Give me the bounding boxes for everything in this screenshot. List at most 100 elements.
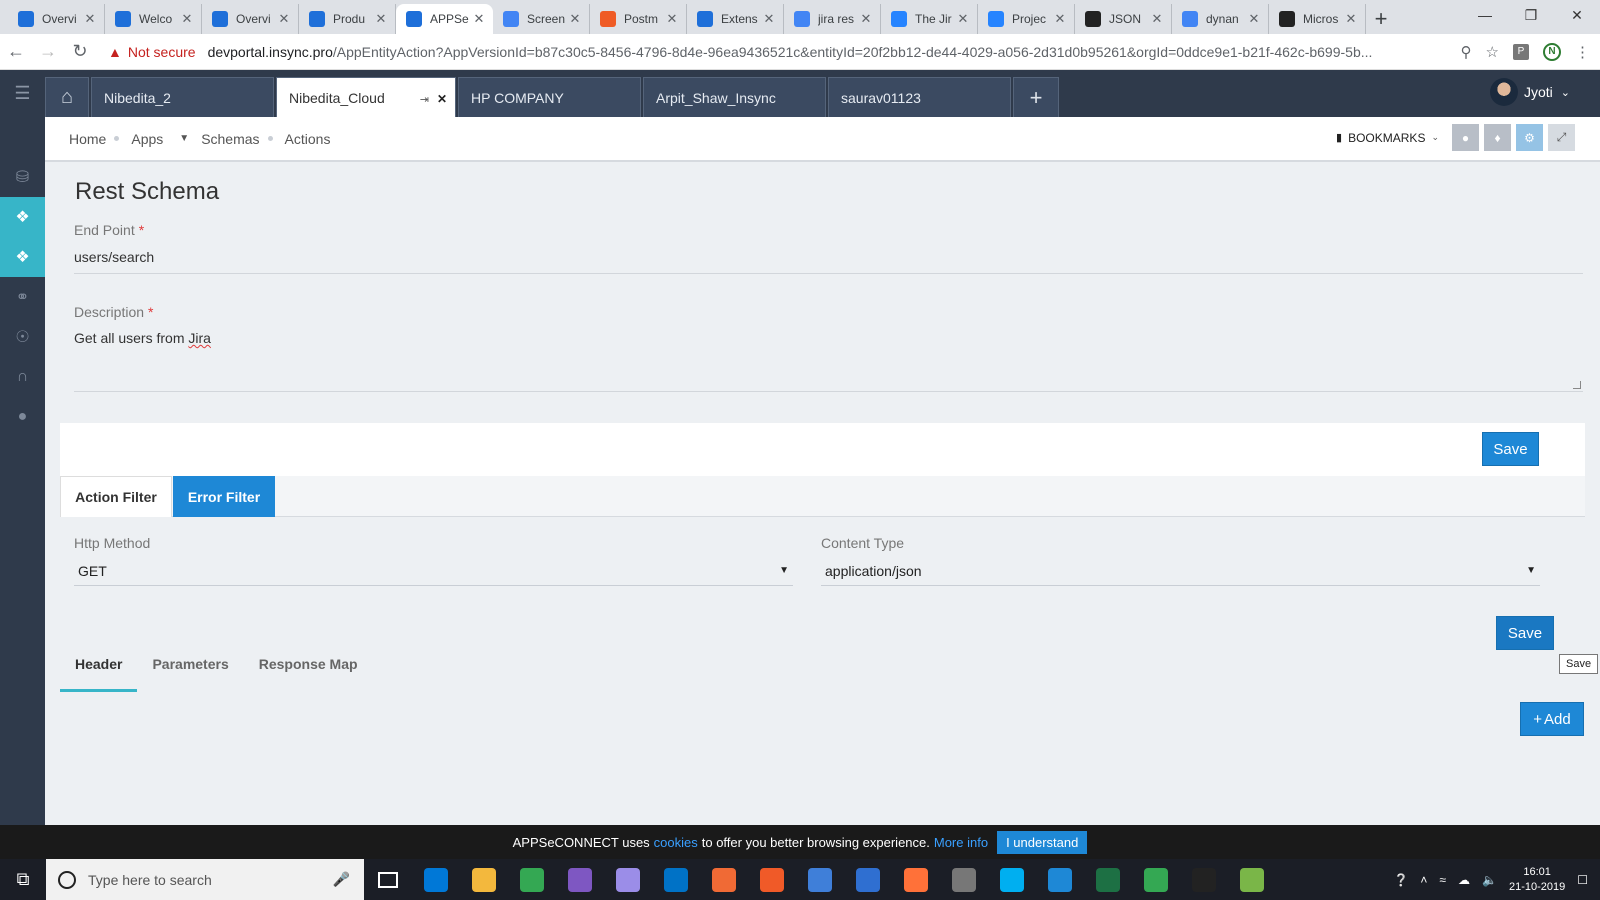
home-tab-icon[interactable]: ⌂ bbox=[45, 77, 89, 117]
browser-tab[interactable]: JSON ✕ bbox=[1075, 4, 1172, 34]
endpoint-field[interactable]: users/search bbox=[74, 249, 1583, 274]
bookmarks-dropdown[interactable]: ▮ BOOKMARKS ⌄ bbox=[1336, 131, 1439, 145]
star-icon[interactable]: ☆ bbox=[1486, 43, 1499, 61]
taskbar-app-icon[interactable] bbox=[752, 859, 792, 900]
close-tab-icon[interactable]: ✕ bbox=[82, 11, 98, 27]
browser-tab[interactable]: Micros ✕ bbox=[1269, 4, 1366, 34]
expand-icon[interactable]: ⤢ bbox=[1548, 124, 1575, 151]
help-icon[interactable]: ❔ bbox=[1393, 873, 1408, 887]
browser-tab[interactable]: Overvi ✕ bbox=[8, 4, 105, 34]
browser-tab[interactable]: APPSe ✕ bbox=[396, 4, 493, 34]
pin-icon[interactable]: ⇥ bbox=[420, 94, 429, 106]
close-icon[interactable]: ✕ bbox=[437, 92, 447, 106]
browser-tab[interactable]: Extens ✕ bbox=[687, 4, 784, 34]
windows-start-icon[interactable]: ⧉ bbox=[0, 859, 46, 900]
notifications-icon[interactable]: ☐ bbox=[1577, 873, 1588, 887]
tab-error-filter[interactable]: Error Filter bbox=[173, 476, 275, 517]
close-tab-icon[interactable]: ✕ bbox=[1149, 11, 1165, 27]
close-tab-icon[interactable]: ✕ bbox=[1343, 11, 1359, 27]
breadcrumb-home[interactable]: Home bbox=[69, 131, 106, 147]
minimize-icon[interactable]: — bbox=[1462, 0, 1508, 30]
sidebar-item-plugin-2[interactable]: ❖ bbox=[0, 237, 45, 277]
close-tab-icon[interactable]: ✕ bbox=[1052, 11, 1068, 27]
browser-tab[interactable]: Postm ✕ bbox=[590, 4, 687, 34]
close-tab-icon[interactable]: ✕ bbox=[955, 11, 971, 27]
close-tab-icon[interactable]: ✕ bbox=[858, 11, 874, 27]
tab-action-filter[interactable]: Action Filter bbox=[60, 476, 172, 517]
profile-avatar[interactable]: N bbox=[1543, 42, 1561, 61]
taskbar-app-icon[interactable] bbox=[464, 859, 504, 900]
resize-handle-icon[interactable] bbox=[1573, 381, 1581, 389]
task-view-icon[interactable] bbox=[368, 859, 408, 900]
database-icon[interactable]: ⛁ bbox=[0, 157, 45, 197]
close-tab-icon[interactable]: ✕ bbox=[179, 11, 195, 27]
taskbar-search-input[interactable]: Type here to search 🎤 bbox=[46, 859, 364, 900]
browser-tab[interactable]: jira res ✕ bbox=[784, 4, 881, 34]
new-tab-button[interactable]: + bbox=[1366, 4, 1396, 34]
more-info-link[interactable]: More info bbox=[934, 835, 988, 850]
volume-icon[interactable]: 🔈 bbox=[1482, 873, 1497, 887]
menu-icon[interactable]: ⋮ bbox=[1575, 43, 1590, 61]
settings-icon[interactable]: ⚙ bbox=[1516, 124, 1543, 151]
cookies-link[interactable]: cookies bbox=[654, 835, 698, 850]
accept-cookies-button[interactable]: I understand bbox=[997, 830, 1088, 854]
taskbar-app-icon[interactable] bbox=[512, 859, 552, 900]
description-field[interactable]: Get all users from Jira bbox=[74, 330, 1583, 392]
close-window-icon[interactable]: ✕ bbox=[1554, 0, 1600, 30]
taskbar-app-icon[interactable] bbox=[1136, 859, 1176, 900]
close-tab-icon[interactable]: ✕ bbox=[761, 11, 777, 27]
close-tab-icon[interactable]: ✕ bbox=[373, 11, 389, 27]
omnibox[interactable]: ▲ Not secure devportal.insync.pro/AppEnt… bbox=[108, 38, 1453, 66]
taskbar-app-icon[interactable] bbox=[704, 859, 744, 900]
save-action-button[interactable]: Save bbox=[1496, 616, 1554, 650]
taskbar-app-icon[interactable] bbox=[1040, 859, 1080, 900]
chat-icon[interactable]: ● bbox=[0, 397, 45, 437]
link-icon[interactable]: ⚭ bbox=[0, 277, 45, 317]
user-menu[interactable]: Jyoti ⌄ bbox=[1489, 78, 1570, 106]
forward-icon[interactable]: → bbox=[32, 41, 64, 62]
taskbar-app-icon[interactable] bbox=[608, 859, 648, 900]
browser-tab[interactable]: Produ ✕ bbox=[299, 4, 396, 34]
org-tab[interactable]: HP COMPANY bbox=[458, 77, 641, 117]
taskbar-app-icon[interactable] bbox=[1232, 859, 1272, 900]
url-text[interactable]: devportal.insync.pro/AppEntityAction?App… bbox=[208, 44, 1453, 60]
close-tab-icon[interactable]: ✕ bbox=[1246, 11, 1262, 27]
tab-response-map[interactable]: Response Map bbox=[244, 648, 373, 692]
taskbar-app-icon[interactable] bbox=[656, 859, 696, 900]
sidebar-item-plugin[interactable]: ❖ bbox=[0, 197, 45, 237]
browser-tab[interactable]: Projec ✕ bbox=[978, 4, 1075, 34]
browser-tab[interactable]: Welco ✕ bbox=[105, 4, 202, 34]
workflow-icon[interactable]: ∩ bbox=[0, 357, 45, 397]
tab-parameters[interactable]: Parameters bbox=[137, 648, 243, 692]
taskbar-app-icon[interactable] bbox=[416, 859, 456, 900]
tab-header[interactable]: Header bbox=[60, 648, 138, 692]
hamburger-icon[interactable]: ☰ bbox=[0, 70, 45, 117]
key-icon[interactable]: ⚲ bbox=[1461, 43, 1472, 61]
taskbar-app-icon[interactable] bbox=[560, 859, 600, 900]
org-tab[interactable]: Nibedita_2 bbox=[91, 77, 274, 117]
browser-tab[interactable]: dynan ✕ bbox=[1172, 4, 1269, 34]
close-tab-icon[interactable]: ✕ bbox=[276, 11, 292, 27]
wifi-icon[interactable]: ≈ bbox=[1439, 873, 1446, 887]
breadcrumb-apps[interactable]: Apps bbox=[131, 131, 163, 147]
add-org-tab-button[interactable]: + bbox=[1013, 77, 1059, 117]
microphone-icon[interactable]: 🎤 bbox=[333, 871, 350, 888]
chevron-down-icon[interactable]: ▼ bbox=[179, 133, 189, 144]
extension-icon[interactable]: P bbox=[1513, 43, 1529, 60]
save-button[interactable]: Save bbox=[1482, 432, 1539, 466]
browser-tab[interactable]: Overvi ✕ bbox=[202, 4, 299, 34]
cloud-icon[interactable]: ☁ bbox=[1458, 873, 1470, 887]
close-tab-icon[interactable]: ✕ bbox=[664, 11, 680, 27]
org-tab[interactable]: saurav01123 bbox=[828, 77, 1011, 117]
taskbar-app-icon[interactable] bbox=[1088, 859, 1128, 900]
taskbar-app-icon[interactable] bbox=[992, 859, 1032, 900]
taskbar-app-icon[interactable] bbox=[896, 859, 936, 900]
browser-tab[interactable]: Screen ✕ bbox=[493, 4, 590, 34]
org-tab[interactable]: Nibedita_Cloud ⇥ ✕ bbox=[276, 77, 456, 117]
close-tab-icon[interactable]: ✕ bbox=[471, 11, 487, 27]
taskbar-app-icon[interactable] bbox=[800, 859, 840, 900]
chevron-up-icon[interactable]: ˄ bbox=[1420, 873, 1427, 887]
reload-icon[interactable]: ↻ bbox=[64, 41, 96, 62]
breadcrumb-schemas[interactable]: Schemas bbox=[201, 131, 259, 147]
bell-icon[interactable]: ♦ bbox=[1484, 124, 1511, 151]
